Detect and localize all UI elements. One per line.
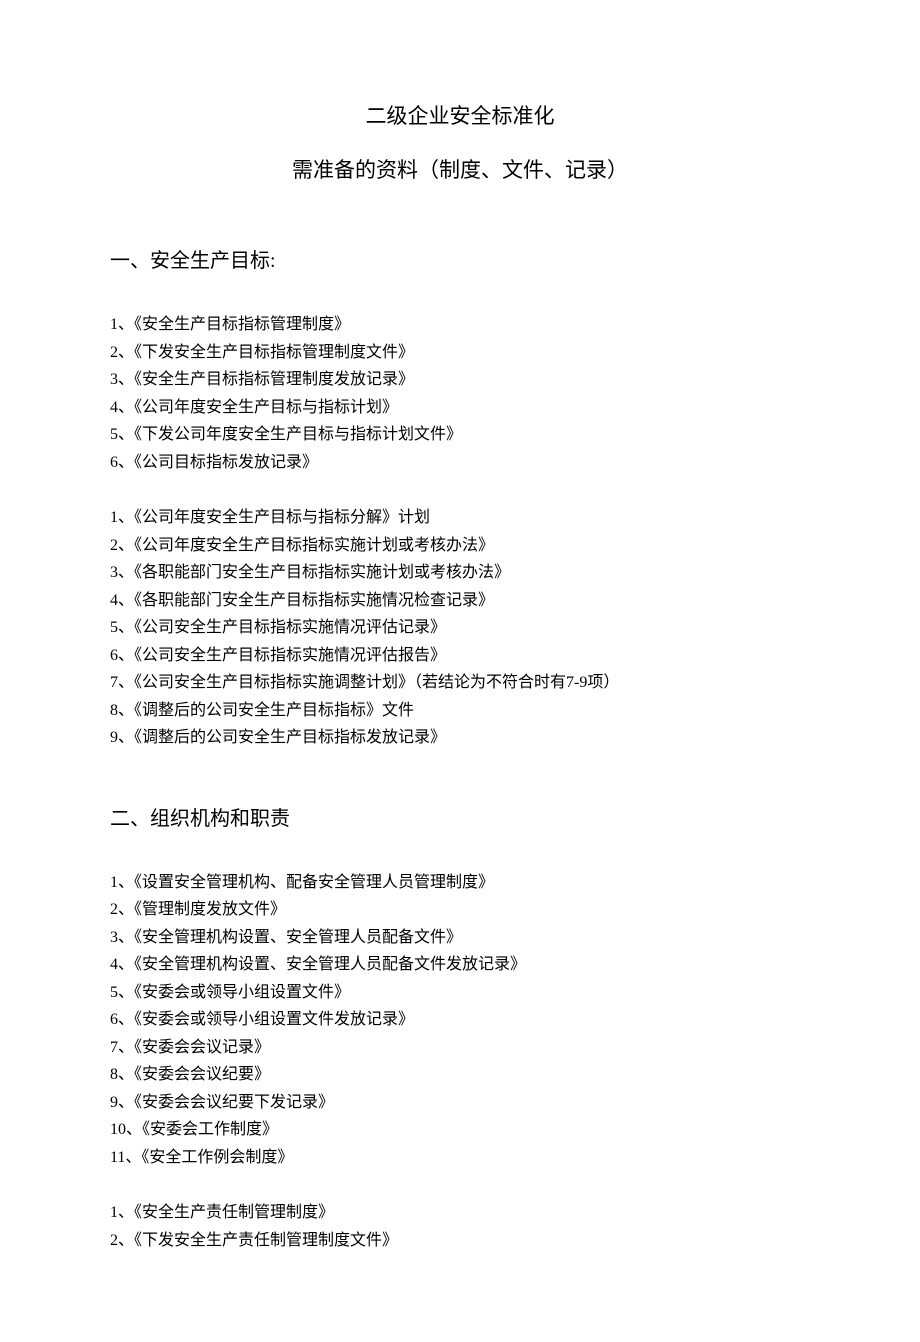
document-title: 二级企业安全标准化 <box>110 100 810 130</box>
list-item: 9、《安委会会议纪要下发记录》 <box>110 1089 810 1117</box>
list-item: 1、《公司年度安全生产目标与指标分解》计划 <box>110 504 810 532</box>
section-heading-1: 一、安全生产目标: <box>110 244 810 273</box>
list-item: 8、《安委会会议纪要》 <box>110 1061 810 1089</box>
list-item: 11、《安全工作例会制度》 <box>110 1144 810 1172</box>
list-item: 5、《安委会或领导小组设置文件》 <box>110 979 810 1007</box>
list-item: 2、《下发安全生产责任制管理制度文件》 <box>110 1227 810 1255</box>
list-group-1b: 1、《公司年度安全生产目标与指标分解》计划 2、《公司年度安全生产目标指标实施计… <box>110 504 810 752</box>
document-subtitle: 需准备的资料（制度、文件、记录） <box>110 154 810 184</box>
list-item: 6、《安委会或领导小组设置文件发放记录》 <box>110 1006 810 1034</box>
list-item: 3、《安全生产目标指标管理制度发放记录》 <box>110 366 810 394</box>
section-heading-2: 二、组织机构和职责 <box>110 802 810 831</box>
list-item: 7、《安委会会议记录》 <box>110 1034 810 1062</box>
list-item: 8、《调整后的公司安全生产目标指标》文件 <box>110 697 810 725</box>
list-item: 6、《公司安全生产目标指标实施情况评估报告》 <box>110 642 810 670</box>
list-item: 2、《管理制度发放文件》 <box>110 896 810 924</box>
list-item: 9、《调整后的公司安全生产目标指标发放记录》 <box>110 724 810 752</box>
list-item: 6、《公司目标指标发放记录》 <box>110 449 810 477</box>
list-group-1a: 1、《安全生产目标指标管理制度》 2、《下发安全生产目标指标管理制度文件》 3、… <box>110 311 810 476</box>
list-group-2a: 1、《设置安全管理机构、配备安全管理人员管理制度》 2、《管理制度发放文件》 3… <box>110 869 810 1172</box>
list-group-2b: 1、《安全生产责任制管理制度》 2、《下发安全生产责任制管理制度文件》 <box>110 1199 810 1254</box>
list-item: 3、《安全管理机构设置、安全管理人员配备文件》 <box>110 924 810 952</box>
list-item: 5、《公司安全生产目标指标实施情况评估记录》 <box>110 614 810 642</box>
list-item: 7、《公司安全生产目标指标实施调整计划》（若结论为不符合时有7-9项） <box>110 669 810 697</box>
list-item: 2、《公司年度安全生产目标指标实施计划或考核办法》 <box>110 532 810 560</box>
list-item: 5、《下发公司年度安全生产目标与指标计划文件》 <box>110 421 810 449</box>
list-item: 4、《各职能部门安全生产目标指标实施情况检查记录》 <box>110 587 810 615</box>
list-item: 4、《安全管理机构设置、安全管理人员配备文件发放记录》 <box>110 951 810 979</box>
list-item: 1、《安全生产目标指标管理制度》 <box>110 311 810 339</box>
list-item: 1、《设置安全管理机构、配备安全管理人员管理制度》 <box>110 869 810 897</box>
list-item: 10、《安委会工作制度》 <box>110 1116 810 1144</box>
list-item: 2、《下发安全生产目标指标管理制度文件》 <box>110 339 810 367</box>
list-item: 1、《安全生产责任制管理制度》 <box>110 1199 810 1227</box>
list-item: 4、《公司年度安全生产目标与指标计划》 <box>110 394 810 422</box>
list-item: 3、《各职能部门安全生产目标指标实施计划或考核办法》 <box>110 559 810 587</box>
